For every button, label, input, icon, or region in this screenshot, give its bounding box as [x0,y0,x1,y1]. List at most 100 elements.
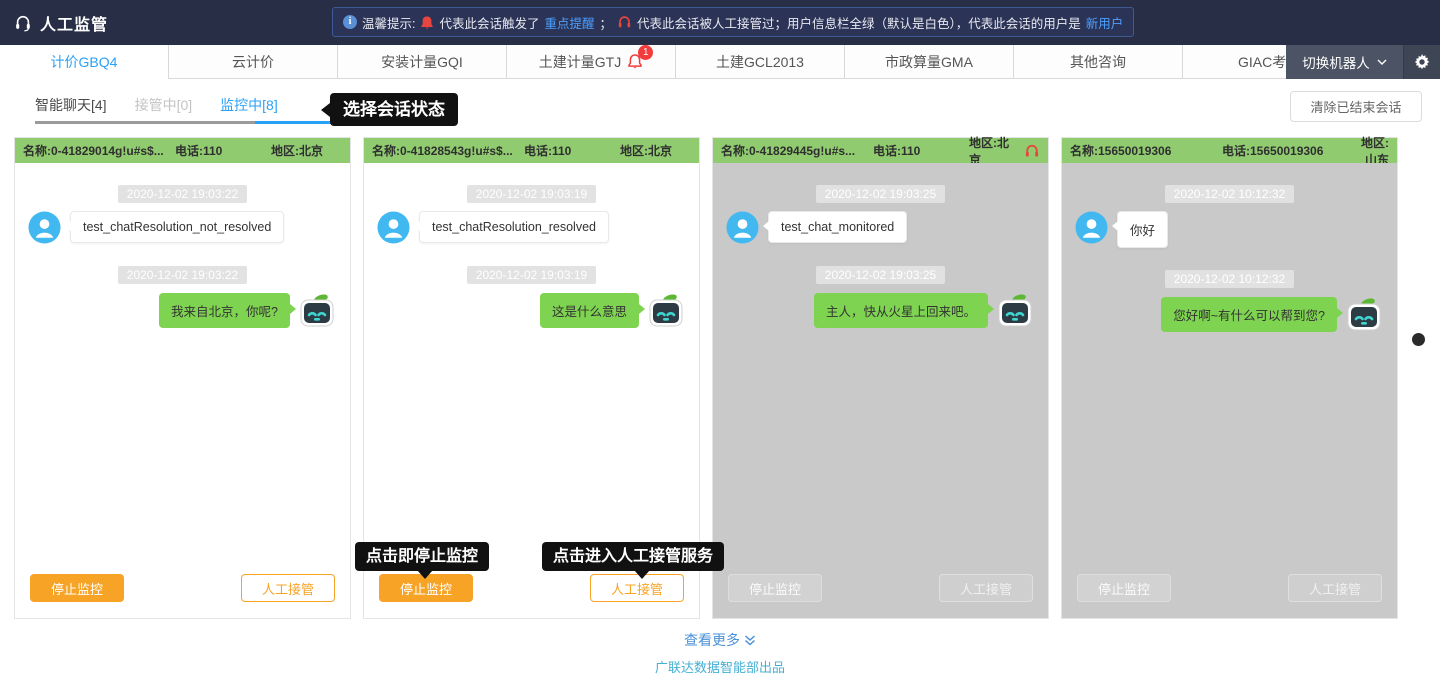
callout-arrow-down [634,570,650,579]
stop-monitoring-button[interactable]: 停止监控 [1077,574,1171,602]
tab-label: 其他咨询 [1070,52,1126,72]
user-phone: 电话:110 [524,142,616,159]
tab-other[interactable]: 其他咨询 [1014,45,1183,79]
user-name: 名称:0-41828543g!u#s$... [372,142,520,159]
tab-gqi[interactable]: 安装计量GQI [338,45,507,79]
headset-alert-icon [617,15,632,29]
user-info-bar: 名称:0-41828543g!u#s$... 电话:110 地区:北京 [364,138,699,163]
user-name: 名称:0-41829014g!u#s$... [23,142,171,159]
callout-arrow-down [417,570,433,579]
card-actions: 停止监控 人工接管 [15,574,350,618]
stop-monitoring-button[interactable]: 停止监控 [728,574,822,602]
robot-switcher-label: 切换机器人 [1302,52,1370,72]
chevron-down-icon [1377,59,1387,65]
timestamp: 2020-12-02 19:03:25 [816,266,945,284]
tab-label: 安装计量GQI [381,52,463,72]
app-title: 人工监管 [14,11,108,35]
timestamp: 2020-12-02 19:03:22 [118,185,247,203]
clear-ended-sessions-button[interactable]: 清除已结束会话 [1290,91,1422,122]
robot-avatar [297,292,337,328]
user-message: test_chat_monitored [768,211,907,243]
user-message: 你好 [1117,211,1168,248]
floating-drag-dot[interactable] [1412,333,1425,346]
robot-tab-bar: 计价GBQ4 云计价 安装计量GQI 土建计量GTJ 1 土建GCL2013 市… [0,45,1440,79]
manual-takeover-button[interactable]: 人工接管 [939,574,1033,602]
timestamp: 2020-12-02 19:03:19 [467,185,596,203]
timestamp: 2020-12-02 10:12:32 [1165,270,1294,288]
annotation-stop-monitoring: 点击即停止监控 [355,542,489,571]
annotation-text: 选择会话状态 [343,100,445,119]
bot-message: 我来自北京，你呢? [159,293,290,328]
user-region: 地区:北京 [620,142,691,159]
view-more-label: 查看更多 [684,632,740,648]
tab-gma[interactable]: 市政算量GMA [845,45,1014,79]
user-info-bar: 名称:15650019306 电话:15650019306 地区:山东 [1062,138,1397,163]
tip-link-highlight[interactable]: 重点提醒 [545,13,595,32]
card-actions: 停止监控 人工接管 [364,574,699,618]
timestamp: 2020-12-02 19:03:19 [467,266,596,284]
user-name: 名称:0-41829445g!u#s... [721,142,869,159]
tab-label: 土建计量GTJ [539,52,621,72]
tab-gtj[interactable]: 土建计量GTJ 1 [507,45,676,79]
view-more-link[interactable]: 查看更多 [0,630,1440,650]
page-title: 人工监管 [40,11,108,35]
annotation-text: 点击即停止监控 [366,548,478,565]
footer-credit: 广联达数据智能部出品 [0,657,1440,676]
robot-avatar [1344,296,1384,332]
callout-arrow-left [321,103,330,117]
app-header: 人工监管 i 温馨提示: 代表此会话触发了 重点提醒 ； 代表此会话被人工接管过… [0,0,1440,45]
manual-takeover-button[interactable]: 人工接管 [241,574,335,602]
tab-cloud-pricing[interactable]: 云计价 [169,45,338,79]
user-phone: 电话:15650019306 [1222,142,1352,159]
settings-gear-button[interactable] [1403,45,1440,79]
tab-gbq4[interactable]: 计价GBQ4 [0,45,169,79]
user-info-bar: 名称:0-41829014g!u#s$... 电话:110 地区:北京 [15,138,350,163]
bell-icon [420,15,434,30]
session-state-bar: 智能聊天[4] 接管中[0] 监控中[8] 清除已结束会话 [0,79,1440,135]
chat-transcript: 2020-12-02 10:12:32 你好 2020-12-02 10:12:… [1062,163,1397,574]
annotation-manual-takeover: 点击进入人工接管服务 [542,542,724,571]
session-tab-underline [35,121,255,124]
gear-icon [1414,54,1430,70]
tip-separator: ； [600,13,613,32]
user-phone: 电话:110 [873,142,965,159]
bot-message: 您好啊~有什么可以帮到您? [1161,297,1337,332]
double-chevron-down-icon [744,635,756,646]
tab-label: 云计价 [232,52,274,72]
user-phone: 电话:110 [175,142,267,159]
session-tab-monitoring[interactable]: 监控中[8] [220,95,278,124]
tip-text-1: 代表此会话触发了 [439,13,539,32]
session-tabs: 智能聊天[4] 接管中[0] 监控中[8] [35,95,278,124]
chat-transcript: 2020-12-02 19:03:19 test_chatResolution_… [364,163,699,574]
tab-gcl2013[interactable]: 土建GCL2013 [676,45,845,79]
headset-logo-icon [14,14,32,32]
annotation-select-session-state: 选择会话状态 [330,93,458,126]
annotation-text: 点击进入人工接管服务 [553,548,713,565]
tip-prefix: 温馨提示: [362,13,415,32]
alert-badge: 1 [638,45,653,60]
stop-monitoring-button[interactable]: 停止监控 [30,574,124,602]
alert-bell-icon: 1 [627,53,643,70]
manual-takeover-button[interactable]: 人工接管 [1288,574,1382,602]
timestamp: 2020-12-02 10:12:32 [1165,185,1294,203]
robot-switcher-dropdown[interactable]: 切换机器人 [1286,45,1403,79]
user-avatar [28,211,61,244]
user-message: test_chatResolution_resolved [419,211,609,243]
bot-message: 这是什么意思 [540,293,639,328]
tab-label: 计价GBQ4 [51,52,118,72]
info-icon: i [343,15,357,29]
tip-link-newuser[interactable]: 新用户 [1086,13,1124,32]
taken-over-headset-icon [1024,144,1040,158]
chat-transcript: 2020-12-02 19:03:25 test_chat_monitored … [713,163,1048,574]
timestamp: 2020-12-02 19:03:25 [816,185,945,203]
bot-message: 主人，快从火星上回来吧。 [814,293,988,328]
tip-text-2: 代表此会话被人工接管过；用户信息栏全绿（默认是白色），代表此会话的用户是 [637,13,1081,32]
session-tab-smart-chat[interactable]: 智能聊天[4] [35,95,107,124]
session-card: 名称:0-41829014g!u#s$... 电话:110 地区:北京 2020… [14,137,351,619]
tab-label: 市政算量GMA [885,52,973,72]
user-region: 地区:北京 [271,142,342,159]
user-info-bar: 名称:0-41829445g!u#s... 电话:110 地区:北京 [713,138,1048,163]
session-tab-taken-over[interactable]: 接管中[0] [135,95,193,124]
robot-avatar [646,292,686,328]
robot-avatar [995,292,1035,328]
